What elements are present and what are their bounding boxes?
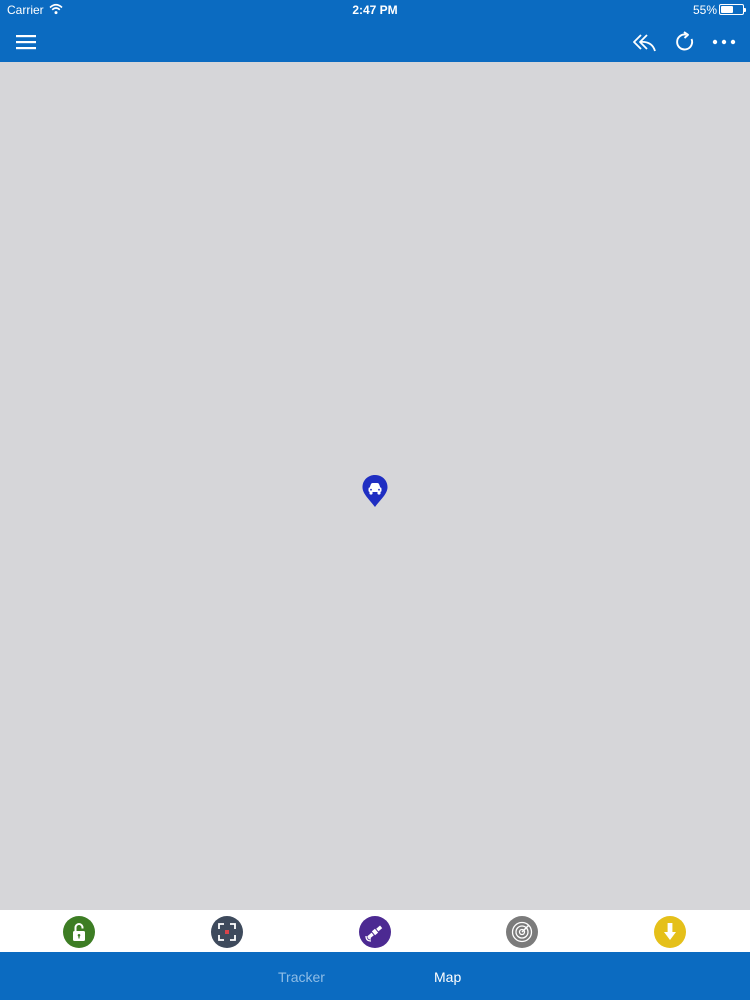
battery-fill (721, 6, 733, 13)
menu-button[interactable] (10, 26, 42, 58)
download-icon (664, 923, 676, 940)
map-view[interactable] (0, 62, 750, 910)
more-button[interactable] (708, 26, 740, 58)
status-time: 2:47 PM (352, 3, 398, 17)
status-bar: Carrier 2:47 PM 55% (0, 0, 750, 20)
download-button[interactable] (654, 916, 686, 948)
reply-icon (633, 34, 656, 52)
refresh-button[interactable] (669, 26, 701, 58)
satellite-button[interactable] (359, 916, 391, 948)
tab-bar: Tracker Map (0, 952, 750, 1000)
scan-button[interactable] (211, 916, 243, 948)
battery-icon (719, 4, 746, 15)
unlock-button[interactable] (63, 916, 95, 948)
car-icon[interactable] (361, 474, 389, 508)
reply-button[interactable] (628, 26, 660, 58)
radar-button[interactable] (506, 916, 538, 948)
action-bar (0, 910, 750, 952)
menu-icon (16, 35, 36, 50)
satellite-icon (365, 925, 383, 942)
tab-map[interactable]: Map (434, 969, 461, 985)
more-icon (712, 39, 736, 45)
unlock-icon (73, 923, 85, 941)
carrier-label: Carrier (7, 3, 44, 17)
battery-percent: 55% (692, 3, 717, 17)
wifi-icon (49, 3, 63, 15)
tab-tracker[interactable]: Tracker (278, 969, 325, 985)
refresh-icon (676, 31, 694, 51)
radar-icon (511, 921, 533, 943)
scan-icon (218, 923, 236, 941)
